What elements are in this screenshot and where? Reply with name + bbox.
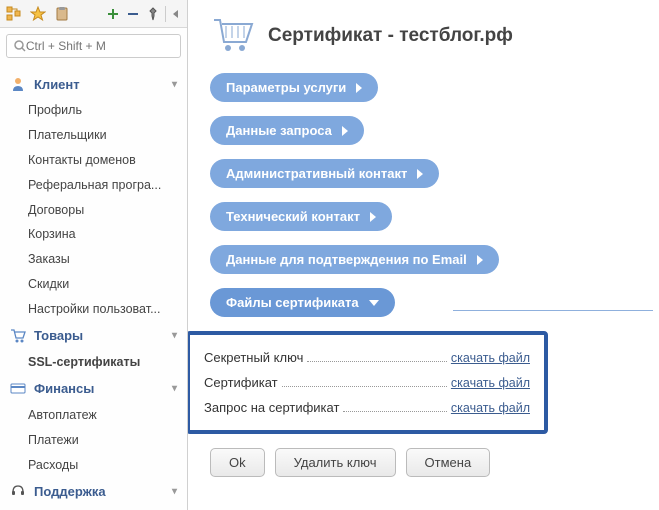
chevron-down-icon: ▾ bbox=[172, 330, 177, 341]
nav-group-label: Финансы bbox=[34, 381, 94, 396]
file-row-secret-key: Секретный ключ скачать файл bbox=[204, 345, 530, 370]
section-admin-contact[interactable]: Административный контакт bbox=[210, 159, 439, 188]
nav-item-referral[interactable]: Реферальная програ... bbox=[0, 173, 187, 198]
clipboard-icon[interactable] bbox=[54, 6, 70, 22]
section-tech-contact[interactable]: Технический контакт bbox=[210, 202, 392, 231]
chevron-down-icon: ▾ bbox=[172, 79, 177, 90]
nav-item-autopay[interactable]: Автоплатеж bbox=[0, 403, 187, 428]
nav-group-finance[interactable]: Финансы ▾ bbox=[0, 375, 187, 403]
delete-key-button[interactable]: Удалить ключ bbox=[275, 448, 396, 477]
nav-item-contracts[interactable]: Договоры bbox=[0, 198, 187, 223]
user-icon bbox=[10, 76, 26, 92]
section-email-confirm[interactable]: Данные для подтверждения по Email bbox=[210, 245, 499, 274]
ok-button[interactable]: Ok bbox=[210, 448, 265, 477]
nav-item-profile[interactable]: Профиль bbox=[0, 98, 187, 123]
cert-files-panel: Секретный ключ скачать файл Сертификат с… bbox=[188, 331, 548, 434]
section-label: Административный контакт bbox=[226, 166, 407, 181]
arrow-right-icon bbox=[477, 255, 483, 265]
file-row-certificate: Сертификат скачать файл bbox=[204, 370, 530, 395]
cart-large-icon bbox=[210, 14, 254, 57]
sidebar: Клиент ▾ Профиль Плательщики Контакты до… bbox=[0, 0, 188, 510]
cart-icon bbox=[10, 328, 26, 344]
nav-item-ssl[interactable]: SSL-сертификаты bbox=[0, 350, 187, 375]
arrow-right-icon bbox=[417, 169, 423, 179]
page-title: Сертификат - тестблог.рф bbox=[268, 25, 513, 47]
dots-leader bbox=[282, 386, 447, 387]
nav-item-payments[interactable]: Платежи bbox=[0, 428, 187, 453]
action-buttons: Ok Удалить ключ Отмена bbox=[210, 448, 653, 477]
finance-icon bbox=[10, 381, 26, 397]
nav-group-label: Клиент bbox=[34, 77, 80, 92]
minus-icon[interactable] bbox=[125, 6, 141, 22]
file-label: Секретный ключ bbox=[204, 350, 303, 365]
search-input[interactable] bbox=[26, 39, 174, 53]
nav-group-client[interactable]: Клиент ▾ bbox=[0, 70, 187, 98]
arrow-down-icon bbox=[369, 300, 379, 306]
section-label: Файлы сертификата bbox=[226, 295, 359, 310]
arrow-right-icon bbox=[370, 212, 376, 222]
page-header: Сертификат - тестблог.рф bbox=[210, 14, 653, 57]
dots-leader bbox=[343, 411, 446, 412]
nav-item-tickets[interactable]: Запросы bbox=[0, 505, 187, 510]
cancel-button[interactable]: Отмена bbox=[406, 448, 491, 477]
divider bbox=[453, 310, 653, 311]
nav-item-orders[interactable]: Заказы bbox=[0, 247, 187, 272]
main-content: Сертификат - тестблог.рф Параметры услуг… bbox=[188, 0, 659, 510]
section-service-params[interactable]: Параметры услуги bbox=[210, 73, 378, 102]
nav-item-user-settings[interactable]: Настройки пользоват... bbox=[0, 297, 187, 322]
section-request-data[interactable]: Данные запроса bbox=[210, 116, 364, 145]
arrow-right-icon bbox=[342, 126, 348, 136]
download-csr[interactable]: скачать файл bbox=[451, 401, 530, 415]
file-label: Сертификат bbox=[204, 375, 278, 390]
download-certificate[interactable]: скачать файл bbox=[451, 376, 530, 390]
section-cert-files[interactable]: Файлы сертификата bbox=[210, 288, 395, 317]
file-row-csr: Запрос на сертификат скачать файл bbox=[204, 395, 530, 420]
tree-icon[interactable] bbox=[6, 6, 22, 22]
nav: Клиент ▾ Профиль Плательщики Контакты до… bbox=[0, 64, 187, 510]
nav-group-goods[interactable]: Товары ▾ bbox=[0, 322, 187, 350]
download-secret-key[interactable]: скачать файл bbox=[451, 351, 530, 365]
section-label: Параметры услуги bbox=[226, 80, 346, 95]
toolbar bbox=[0, 0, 187, 28]
nav-item-discounts[interactable]: Скидки bbox=[0, 272, 187, 297]
dots-leader bbox=[307, 361, 447, 362]
arrow-right-icon bbox=[356, 83, 362, 93]
nav-item-payers[interactable]: Плательщики bbox=[0, 123, 187, 148]
star-icon[interactable] bbox=[30, 6, 46, 22]
file-label: Запрос на сертификат bbox=[204, 400, 339, 415]
nav-group-label: Поддержка bbox=[34, 484, 106, 499]
chevron-down-icon: ▾ bbox=[172, 383, 177, 394]
section-label: Технический контакт bbox=[226, 209, 360, 224]
collapse-icon[interactable] bbox=[165, 6, 181, 22]
nav-group-support[interactable]: Поддержка ▾ bbox=[0, 477, 187, 505]
headset-icon bbox=[10, 483, 26, 499]
nav-item-domain-contacts[interactable]: Контакты доменов bbox=[0, 148, 187, 173]
search-box[interactable] bbox=[6, 34, 181, 58]
pin-icon[interactable] bbox=[145, 6, 161, 22]
nav-item-cart[interactable]: Корзина bbox=[0, 222, 187, 247]
chevron-down-icon: ▾ bbox=[172, 486, 177, 497]
section-label: Данные для подтверждения по Email bbox=[226, 252, 467, 267]
search-icon bbox=[13, 39, 26, 53]
section-label: Данные запроса bbox=[226, 123, 332, 138]
nav-item-expenses[interactable]: Расходы bbox=[0, 453, 187, 478]
plus-icon[interactable] bbox=[105, 6, 121, 22]
nav-group-label: Товары bbox=[34, 328, 83, 343]
